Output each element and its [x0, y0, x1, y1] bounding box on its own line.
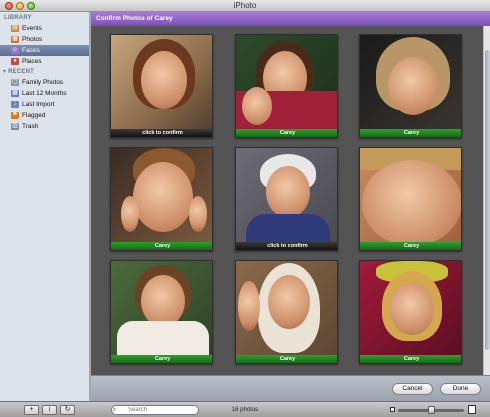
face-photo	[360, 35, 461, 131]
info-icon[interactable]: i	[42, 405, 57, 415]
sidebar-item-flagged[interactable]: ⚑ Flagged	[0, 110, 89, 121]
import-icon: ↓	[11, 101, 19, 108]
confirm-actions-bar: Cancel Done	[91, 375, 490, 401]
sidebar-item-label: Events	[22, 25, 42, 32]
face-photo	[360, 261, 461, 357]
cancel-button[interactable]: Cancel	[392, 383, 433, 395]
sidebar-item-label: Family Photos	[22, 79, 64, 86]
sidebar-item-faces[interactable]: ☺ Faces	[0, 45, 89, 56]
face-tile[interactable]: Carey	[110, 147, 213, 251]
confirm-caption[interactable]: click to confirm	[111, 129, 212, 137]
window-titlebar: iPhoto	[0, 0, 490, 12]
places-icon: ●	[11, 58, 19, 65]
faces-icon: ☺	[11, 47, 19, 54]
page-title: Confirm Photos of Carey	[91, 12, 490, 26]
confirmed-caption[interactable]: Carey	[360, 242, 461, 250]
face-tile[interactable]: Carey	[110, 260, 213, 364]
photo-grid: click to confirm Carey Carey Carey click…	[91, 26, 483, 375]
face-tile[interactable]: Carey	[359, 34, 462, 138]
album-icon: ▢	[11, 79, 19, 86]
face-tile[interactable]: Carey	[359, 147, 462, 251]
sidebar-item-family-photos[interactable]: ▢ Family Photos	[0, 77, 89, 88]
vertical-scrollbar[interactable]	[483, 26, 490, 375]
sidebar-item-last-import[interactable]: ↓ Last Import	[0, 99, 89, 110]
face-tile[interactable]: click to confirm	[235, 147, 338, 251]
plus-icon[interactable]: +	[24, 405, 39, 415]
flag-icon: ⚑	[11, 112, 19, 119]
face-tile[interactable]: click to confirm	[110, 34, 213, 138]
search-input[interactable]	[111, 405, 199, 415]
face-tile[interactable]: Carey	[235, 34, 338, 138]
rotate-icon[interactable]: ↻	[60, 405, 75, 415]
confirmed-caption[interactable]: Carey	[236, 355, 337, 363]
sidebar-item-events[interactable]: ▤ Events	[0, 23, 89, 34]
face-photo	[236, 261, 337, 357]
confirmed-caption[interactable]: Carey	[360, 129, 461, 137]
confirmed-caption[interactable]: Carey	[111, 355, 212, 363]
sidebar-item-label: Last Import	[22, 101, 55, 108]
confirmed-caption[interactable]: Carey	[360, 355, 461, 363]
sidebar-item-trash[interactable]: ▥ Trash	[0, 121, 89, 132]
calendar-icon: ▦	[11, 90, 19, 97]
zoom-in-icon[interactable]	[468, 405, 476, 414]
photos-icon: ▦	[11, 36, 19, 43]
sidebar-item-label: Places	[22, 58, 42, 65]
face-photo	[360, 148, 461, 246]
events-icon: ▤	[11, 25, 19, 32]
disclosure-triangle-icon: ▾	[3, 69, 7, 75]
done-button[interactable]: Done	[440, 383, 481, 395]
window-title: iPhoto	[233, 1, 257, 10]
confirmed-caption[interactable]: Carey	[111, 242, 212, 250]
zoom-slider-knob[interactable]	[428, 406, 435, 414]
recent-heading[interactable]: ▾ RECENT	[0, 67, 89, 77]
source-list-sidebar: LIBRARY ▤ Events ▦ Photos ☺ Faces ● Plac…	[0, 12, 90, 401]
sidebar-item-last-12-months[interactable]: ▦ Last 12 Months	[0, 88, 89, 99]
face-tile[interactable]: Carey	[235, 260, 338, 364]
face-photo	[111, 35, 212, 131]
trash-icon: ▥	[11, 123, 19, 130]
library-heading: LIBRARY	[4, 15, 32, 21]
sidebar-item-label: Trash	[22, 123, 39, 130]
scrollbar-thumb[interactable]	[485, 50, 490, 350]
sidebar-item-label: Photos	[22, 36, 43, 43]
sidebar-item-label: Faces	[22, 47, 40, 54]
face-photo	[236, 148, 337, 244]
zoom-out-icon[interactable]	[390, 407, 395, 412]
face-tile[interactable]: Carey	[359, 260, 462, 364]
sidebar-item-places[interactable]: ● Places	[0, 56, 89, 67]
confirmed-caption[interactable]: Carey	[236, 129, 337, 137]
sidebar-item-label: Last 12 Months	[22, 90, 67, 97]
sidebar-item-label: Flagged	[22, 112, 46, 119]
face-photo	[111, 148, 212, 244]
bottom-toolbar: 16 photos + i ↻ ⌕	[0, 401, 490, 417]
search-icon: ⌕	[113, 407, 117, 413]
recent-heading-label: RECENT	[8, 69, 34, 75]
face-photo	[236, 35, 337, 131]
sidebar-item-photos[interactable]: ▦ Photos	[0, 34, 89, 45]
confirm-caption[interactable]: click to confirm	[236, 242, 337, 250]
face-photo	[111, 261, 212, 357]
